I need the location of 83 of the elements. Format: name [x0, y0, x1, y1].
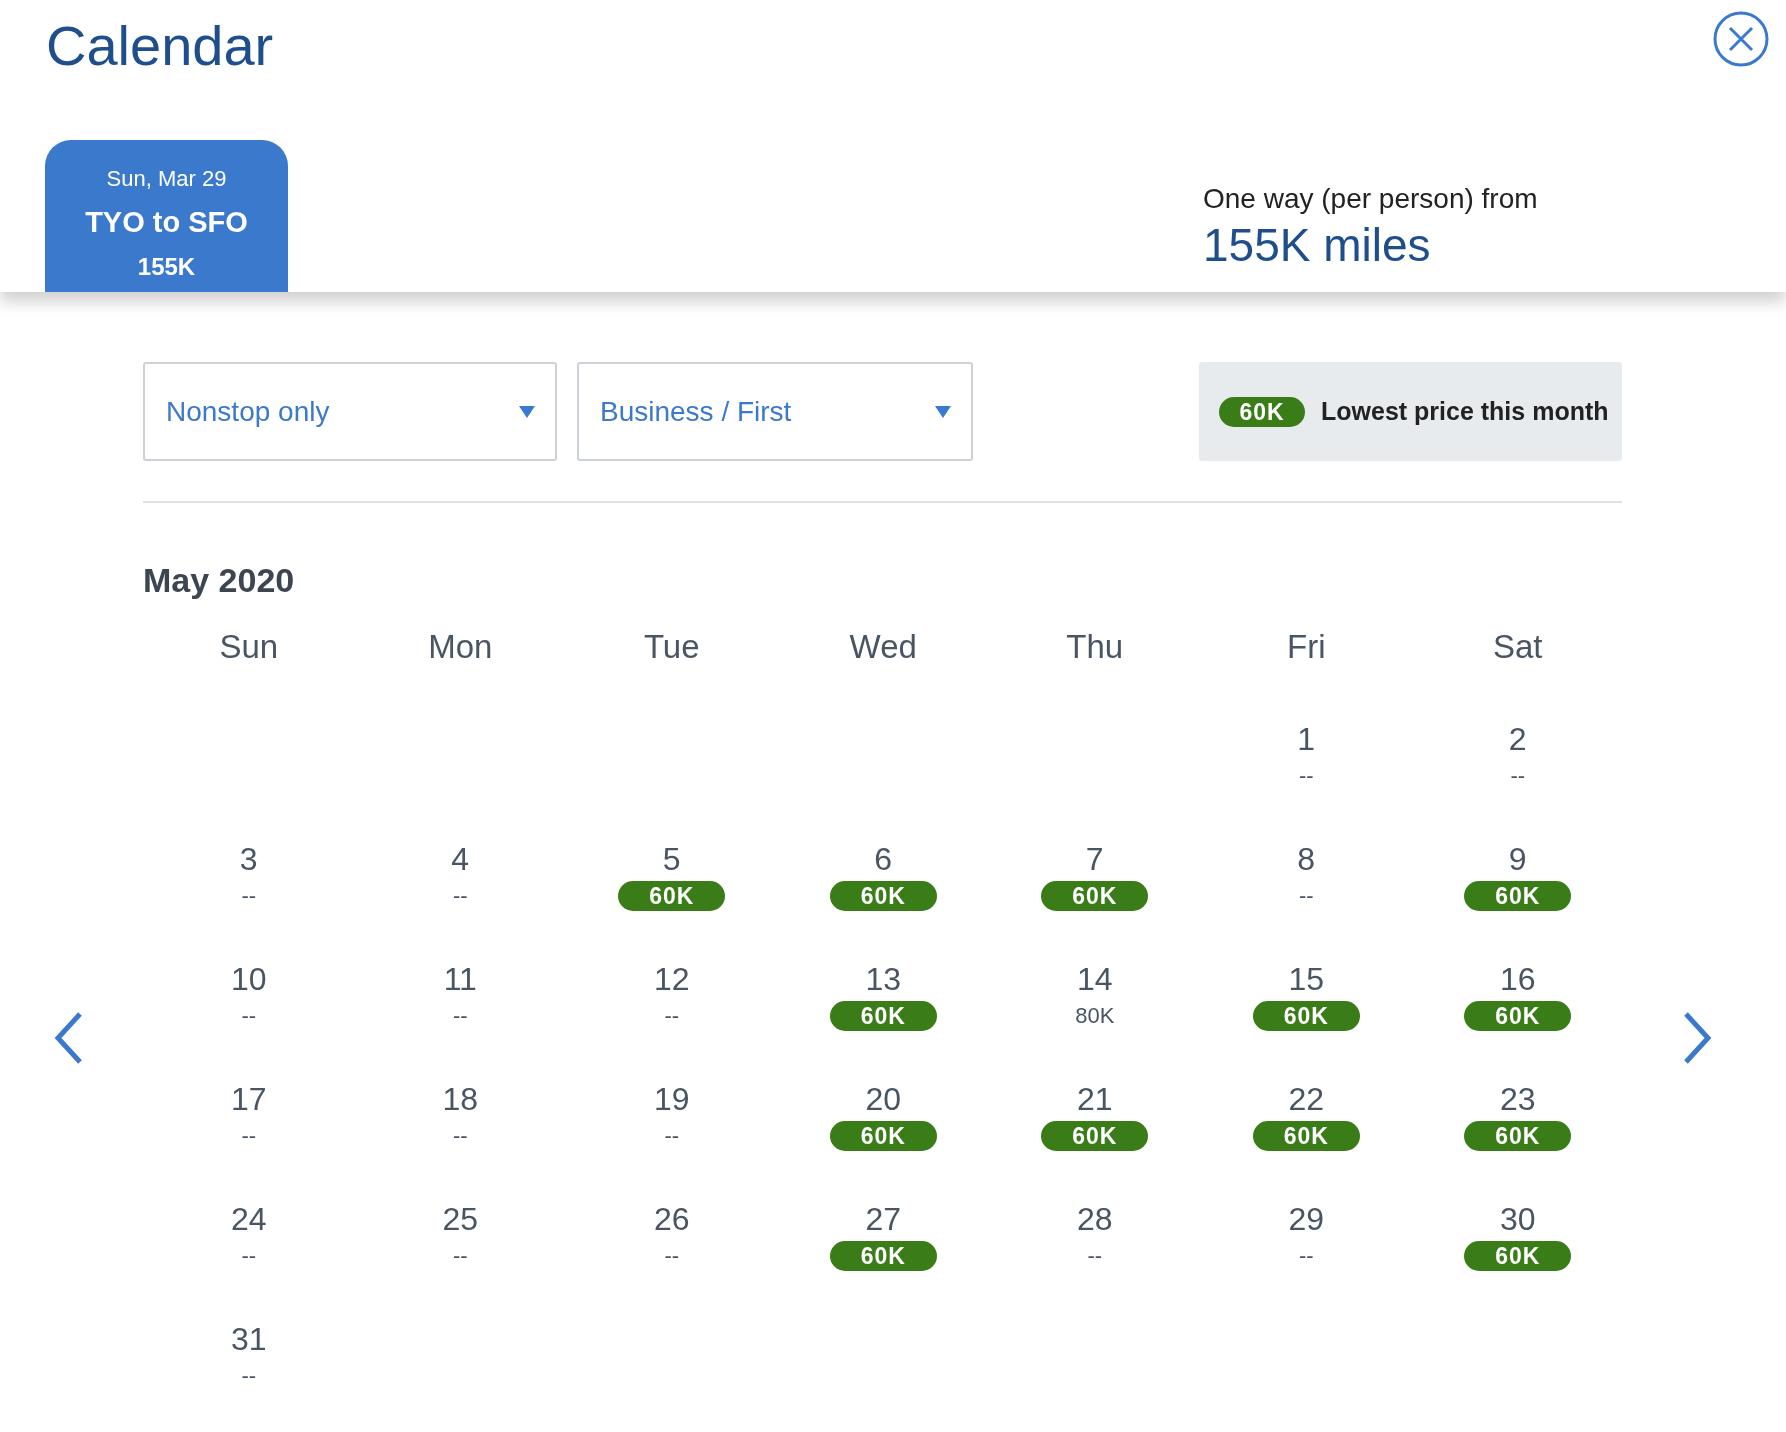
day-price: --	[241, 1243, 257, 1269]
weekday-label: Fri	[1286, 627, 1327, 667]
day-number: 20	[864, 1082, 903, 1118]
weekday-label: Mon	[427, 627, 494, 667]
price-badge: 60K	[1464, 1121, 1572, 1152]
close-icon[interactable]	[1712, 10, 1770, 68]
day-price: 80K	[1075, 1003, 1115, 1029]
price-badge: 60K	[1041, 1121, 1149, 1152]
day-number: 16	[1498, 962, 1537, 998]
price-badge: 60K	[829, 1001, 937, 1032]
price-badge: 60K	[829, 1121, 937, 1152]
day-number: 19	[652, 1082, 691, 1118]
weekday-label: Sun	[218, 627, 280, 667]
price-badge: 60K	[1252, 1121, 1360, 1152]
flight-tab[interactable]: Sun, Mar 29 TYO to SFO 155K	[45, 140, 288, 292]
weekday-label: Thu	[1065, 627, 1125, 667]
day-price: --	[1087, 1243, 1103, 1269]
price-badge: 60K	[829, 1241, 937, 1272]
fare-price: 155K miles	[1203, 220, 1432, 271]
day-number: 25	[441, 1202, 480, 1238]
price-badge: 60K	[1464, 1001, 1572, 1032]
price-badge: 60K	[1041, 881, 1149, 912]
day-price: --	[664, 1123, 680, 1149]
day-price: --	[241, 1363, 257, 1389]
fare-label: One way (per person) from	[1203, 182, 1538, 216]
day-number: 15	[1287, 962, 1326, 998]
day-number: 14	[1075, 962, 1114, 998]
day-number: 22	[1287, 1082, 1326, 1118]
price-badge: 60K	[1219, 396, 1305, 427]
day-number: 1	[1296, 722, 1317, 758]
day-number: 9	[1507, 842, 1528, 878]
day-number: 5	[661, 842, 682, 878]
day-number: 8	[1296, 842, 1317, 878]
day-price: --	[664, 1243, 680, 1269]
stops-dropdown[interactable]: Nonstop only	[143, 362, 557, 461]
day-number: 30	[1498, 1202, 1537, 1238]
legend-label: Lowest price this month	[1321, 395, 1609, 427]
month-title: May 2020	[143, 560, 296, 601]
day-number: 2	[1507, 722, 1528, 758]
day-price: --	[664, 1003, 680, 1029]
day-number: 6	[873, 842, 894, 878]
day-number: 31	[229, 1322, 268, 1358]
day-price: --	[1298, 763, 1314, 789]
previous-month-icon[interactable]	[52, 1010, 84, 1066]
day-price: --	[1298, 1243, 1314, 1269]
dropdown-caret-icon	[519, 405, 535, 418]
day-price: --	[452, 1123, 468, 1149]
day-number: 4	[450, 842, 471, 878]
price-badge: 60K	[1464, 881, 1572, 912]
day-number: 11	[442, 962, 478, 998]
day-price: --	[1298, 883, 1314, 909]
day-number: 3	[238, 842, 259, 878]
day-number: 10	[229, 962, 268, 998]
day-number: 13	[864, 962, 903, 998]
day-price: --	[241, 1003, 257, 1029]
day-number: 21	[1075, 1082, 1114, 1118]
day-price: --	[452, 883, 468, 909]
weekday-label: Tue	[642, 627, 701, 667]
next-month-icon[interactable]	[1682, 1010, 1714, 1066]
day-number: 26	[652, 1202, 691, 1238]
weekday-label: Wed	[848, 627, 918, 667]
day-price: --	[241, 883, 257, 909]
price-badge: 60K	[1252, 1001, 1360, 1032]
day-number: 28	[1075, 1202, 1114, 1238]
day-price: --	[241, 1123, 257, 1149]
day-price: --	[452, 1243, 468, 1269]
page-title: Calendar	[46, 13, 274, 79]
price-badge: 60K	[829, 881, 937, 912]
price-badge: 60K	[618, 881, 726, 912]
price-badge: 60K	[1464, 1241, 1572, 1272]
day-number: 23	[1498, 1082, 1537, 1118]
day-number: 7	[1084, 842, 1105, 878]
day-price: --	[452, 1003, 468, 1029]
day-price: --	[1510, 763, 1526, 789]
weekday-label: Sat	[1491, 627, 1544, 667]
day-number: 24	[229, 1202, 268, 1238]
cabin-dropdown[interactable]: Business / First	[577, 362, 973, 461]
day-number: 29	[1287, 1202, 1326, 1238]
day-number: 12	[652, 962, 691, 998]
day-number: 17	[229, 1082, 268, 1118]
day-number: 18	[441, 1082, 480, 1118]
day-number: 27	[864, 1202, 903, 1238]
dropdown-caret-icon	[935, 405, 951, 418]
